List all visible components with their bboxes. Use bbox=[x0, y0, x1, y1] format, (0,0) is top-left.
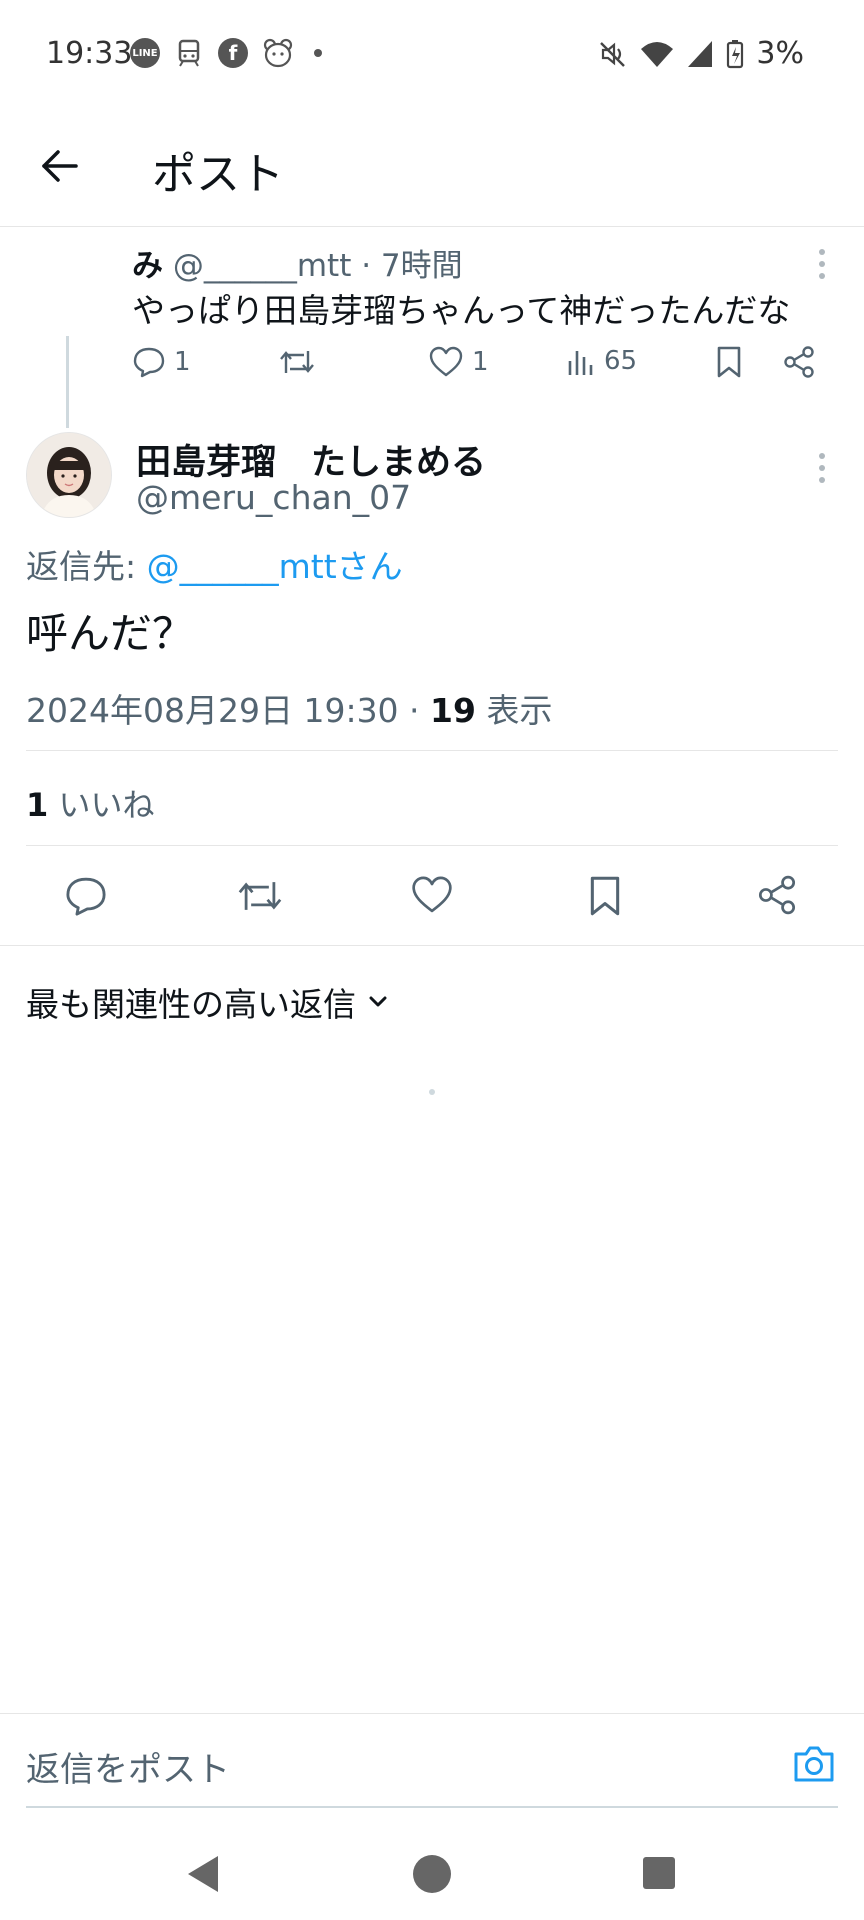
parent-share-button[interactable] bbox=[782, 345, 816, 379]
bookmark-button[interactable] bbox=[586, 874, 630, 918]
more-notifications-dot bbox=[308, 38, 328, 68]
parent-views-button[interactable]: 65 bbox=[566, 345, 637, 377]
author-handle[interactable]: @meru_chan_07 bbox=[136, 478, 411, 517]
post-timestamp[interactable]: 2024年08月29日 19:30 · bbox=[26, 691, 430, 730]
likes-count: 1 bbox=[26, 786, 49, 824]
parent-handle-time: @______mtt · 7時間 bbox=[172, 248, 463, 284]
battery-icon bbox=[726, 39, 744, 69]
facebook-icon: f bbox=[218, 38, 248, 68]
parent-like-button[interactable]: 1 bbox=[428, 345, 489, 379]
likes-summary[interactable]: 1 いいね bbox=[26, 780, 154, 826]
share-icon bbox=[782, 345, 816, 379]
post-view-count: 19 bbox=[430, 691, 476, 730]
camera-icon[interactable] bbox=[792, 1744, 836, 1784]
like-button[interactable] bbox=[410, 874, 454, 918]
reply-bar-divider bbox=[0, 1713, 864, 1714]
bear-app-icon bbox=[262, 38, 294, 68]
parent-repost-button[interactable] bbox=[278, 345, 316, 379]
parent-post-header[interactable]: み @______mtt · 7時間 bbox=[132, 240, 463, 285]
reply-to-line: 返信先: @______mttさん bbox=[26, 540, 403, 588]
heart-icon bbox=[428, 345, 464, 379]
loading-indicator bbox=[429, 1089, 435, 1095]
reply-icon bbox=[132, 345, 166, 379]
likes-label: いいね bbox=[48, 786, 155, 824]
parent-view-count: 65 bbox=[604, 346, 638, 376]
post-action-bar bbox=[0, 850, 864, 940]
mute-icon bbox=[598, 39, 628, 69]
reply-button[interactable] bbox=[64, 874, 108, 918]
nav-back-icon[interactable] bbox=[186, 1854, 222, 1894]
top-app-bar: ポスト bbox=[0, 110, 864, 227]
analytics-icon bbox=[566, 345, 596, 377]
parent-more-options-icon[interactable] bbox=[816, 246, 828, 282]
reply-input[interactable]: 返信をポスト bbox=[26, 1742, 230, 1791]
signal-icon bbox=[686, 39, 714, 69]
system-status-icons: 3% bbox=[598, 36, 804, 71]
section-divider bbox=[0, 945, 864, 946]
parent-like-count: 1 bbox=[472, 347, 489, 377]
nav-recents-icon[interactable] bbox=[642, 1856, 676, 1890]
system-navigation-bar bbox=[0, 1820, 864, 1920]
train-icon bbox=[174, 38, 204, 68]
back-arrow-icon[interactable] bbox=[38, 144, 82, 188]
page-title: ポスト bbox=[152, 149, 284, 200]
notification-icons: LINE f bbox=[130, 38, 328, 68]
repost-button[interactable] bbox=[236, 874, 282, 918]
post-text: 呼んだ？ bbox=[26, 609, 195, 658]
status-time: 19:33 bbox=[46, 36, 133, 71]
line-icon: LINE bbox=[130, 38, 160, 68]
thread-connector-line bbox=[66, 336, 69, 428]
wifi-icon bbox=[640, 39, 674, 69]
share-button[interactable] bbox=[756, 874, 800, 918]
parent-post-text[interactable]: やっぱり田島芽瑠ちゃんって神だったんだな bbox=[132, 284, 790, 332]
post-metadata: 2024年08月29日 19:30 · 19 表示 bbox=[26, 684, 552, 732]
reply-to-user-link[interactable]: @______mttさん bbox=[147, 547, 403, 586]
reply-input-underline bbox=[26, 1806, 838, 1808]
reply-to-prefix: 返信先: bbox=[26, 547, 147, 586]
reply-sort-label: 最も関連性の高い返信 bbox=[26, 985, 356, 1024]
parent-bookmark-button[interactable] bbox=[714, 345, 744, 379]
parent-action-bar: 1 1 65 bbox=[132, 345, 832, 391]
nav-home-icon[interactable] bbox=[412, 1854, 452, 1894]
author-avatar[interactable] bbox=[26, 432, 112, 518]
status-bar: 19:33 LINE f 3% bbox=[0, 0, 864, 110]
parent-reply-button[interactable]: 1 bbox=[132, 345, 191, 379]
parent-author-name[interactable]: み bbox=[132, 248, 163, 284]
bookmark-icon bbox=[714, 345, 744, 379]
post-view-label: 表示 bbox=[475, 691, 553, 730]
chevron-down-icon bbox=[366, 990, 390, 1014]
post-more-options-icon[interactable] bbox=[816, 450, 828, 486]
battery-level: 3% bbox=[756, 36, 804, 71]
parent-reply-count: 1 bbox=[174, 347, 191, 377]
divider bbox=[26, 845, 838, 846]
reply-sort-dropdown[interactable]: 最も関連性の高い返信 bbox=[26, 978, 390, 1026]
divider bbox=[26, 750, 838, 751]
repost-icon bbox=[278, 345, 316, 379]
